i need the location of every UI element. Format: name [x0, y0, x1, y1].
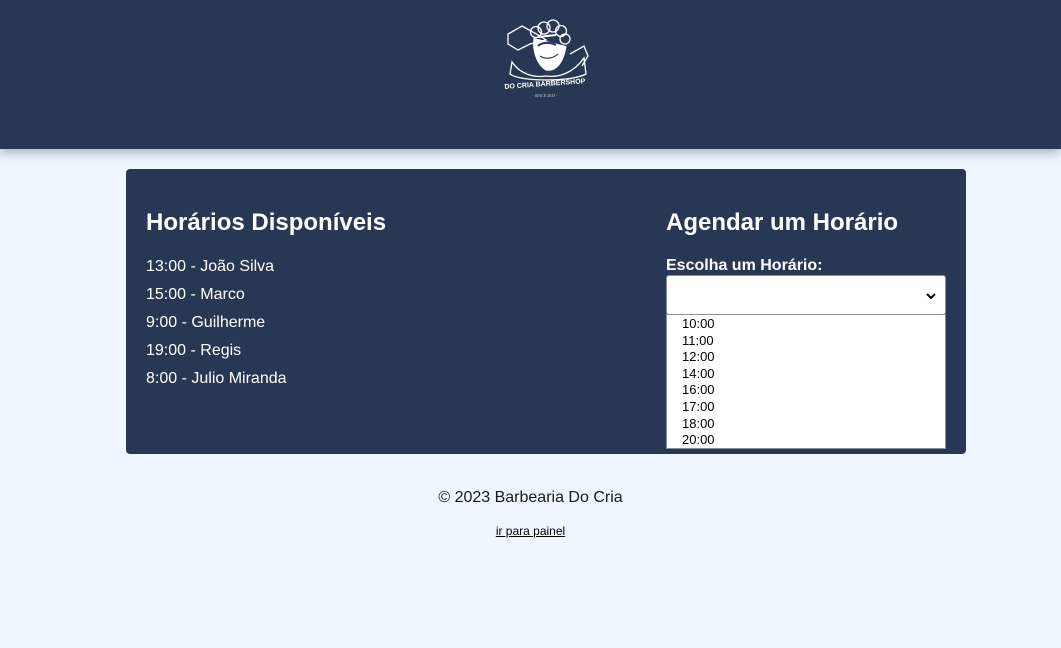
available-title: Horários Disponíveis	[146, 209, 387, 236]
time-option[interactable]: 20:00	[667, 432, 945, 449]
slot-item: 13:00 - João Silva	[146, 258, 275, 275]
time-option[interactable]: 16:00	[667, 382, 945, 399]
logo-brand-text: DO CRIA BARBERSHOP	[504, 78, 586, 91]
time-option[interactable]: 10:00	[667, 316, 945, 333]
time-select[interactable]	[666, 275, 946, 315]
time-option[interactable]: 11:00	[667, 333, 945, 350]
time-options-dropdown: 10:00 11:00 12:00 14:00 16:00 17:00 18:0…	[666, 314, 946, 449]
time-select-label: Escolha um Horário:	[666, 257, 823, 274]
panel-link[interactable]: ir para painel	[496, 524, 565, 538]
barbershop-logo: DO CRIA BARBERSHOP - SINCE 2023 -	[504, 19, 589, 98]
time-option[interactable]: 17:00	[667, 399, 945, 416]
booking-title: Agendar um Horário	[666, 209, 899, 236]
chevron-down-icon	[926, 293, 936, 300]
time-option[interactable]: 14:00	[667, 366, 945, 383]
slot-item: 8:00 - Julio Miranda	[146, 370, 287, 387]
footer-copyright: © 2023 Barbearia Do Cria	[438, 489, 623, 506]
schedule-panel: Horários Disponíveis 13:00 - João Silva …	[126, 169, 966, 454]
footer-link-wrapper: ir para painel	[0, 523, 1061, 539]
time-option[interactable]: 18:00	[667, 416, 945, 433]
available-slot-list: 13:00 - João Silva 15:00 - Marco 9:00 - …	[146, 253, 287, 393]
time-option[interactable]: 12:00	[667, 349, 945, 366]
slot-item: 9:00 - Guilherme	[146, 314, 266, 331]
logo-since-text: - SINCE 2023 -	[532, 93, 558, 98]
slot-item: 15:00 - Marco	[146, 286, 245, 303]
slot-item: 19:00 - Regis	[146, 342, 242, 359]
site-header: DO CRIA BARBERSHOP - SINCE 2023 -	[0, 0, 1061, 149]
